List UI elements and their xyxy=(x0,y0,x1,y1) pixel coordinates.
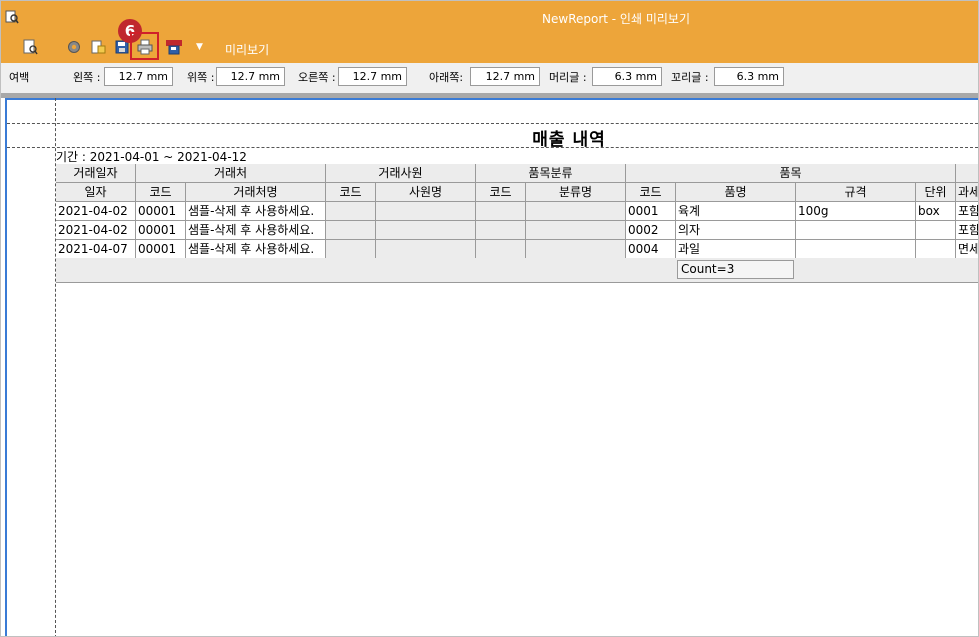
footer-margin-field[interactable]: 6.3 mm xyxy=(714,67,784,86)
report-period: 기간 : 2021-04-01 ~ 2021-04-12 xyxy=(56,150,247,164)
table-cell-spec: 100g xyxy=(796,202,916,221)
table-cell-emp-name xyxy=(376,202,476,221)
table-cell-cust-code: 00001 xyxy=(136,240,186,259)
left-margin-label: 왼쪽 : xyxy=(73,71,101,84)
bottom-margin-field[interactable]: 12.7 mm xyxy=(470,67,540,86)
table-cell-item-name: 육계 xyxy=(676,202,796,221)
table-cell-cust-code: 00001 xyxy=(136,221,186,240)
table-cell-item-code: 0001 xyxy=(626,202,676,221)
right-margin-field[interactable]: 12.7 mm xyxy=(338,67,407,86)
margin-section-label: 여백 xyxy=(9,71,30,84)
col-header-emp-name: 사원명 xyxy=(376,183,476,202)
table-cell-cat-name xyxy=(526,202,626,221)
pdf-icon[interactable] xyxy=(166,39,182,55)
table-cell-unit xyxy=(916,221,956,240)
table-cell-emp-code xyxy=(326,202,376,221)
gear-icon[interactable] xyxy=(66,39,82,55)
table-cell-cat-name xyxy=(526,221,626,240)
print-button-highlight xyxy=(130,32,159,60)
table-cell-cust-name: 샘플-삭제 후 사용하세요. xyxy=(186,221,326,240)
title-bar: NewReport - 인쇄 미리보기 xyxy=(1,1,978,35)
table-cell-emp-code xyxy=(326,240,376,259)
top-margin-field[interactable]: 12.7 mm xyxy=(216,67,285,86)
table-cell-cat-code xyxy=(476,221,526,240)
table-cell-spec xyxy=(796,240,916,259)
margin-settings-bar: 여백 왼쪽 : 12.7 mm 위쪽 : 12.7 mm 오른쪽 : 12.7 … xyxy=(1,63,978,93)
col-header-emp-code: 코드 xyxy=(326,183,376,202)
ribbon-tab-preview[interactable]: 미리보기 xyxy=(225,41,269,58)
table-cell-item-code: 0002 xyxy=(626,221,676,240)
col-header-cust-code: 코드 xyxy=(136,183,186,202)
table-cell-cat-name xyxy=(526,240,626,259)
table-cell-cust-name: 샘플-삭제 후 사용하세요. xyxy=(186,202,326,221)
table-cell-tax: 포함 xyxy=(956,202,978,221)
top-margin-label: 위쪽 : xyxy=(187,71,215,84)
table-cell-emp-name xyxy=(376,221,476,240)
right-margin-label: 오른쪽 : xyxy=(298,71,336,84)
table-cell-item-code: 0004 xyxy=(626,240,676,259)
table-summary-row xyxy=(56,258,978,283)
table-cell-emp-code xyxy=(326,221,376,240)
export-document-icon[interactable] xyxy=(90,39,106,55)
table-cell-item-name: 의자 xyxy=(676,221,796,240)
col-header-item-name: 품명 xyxy=(676,183,796,202)
table-cell-cust-name: 샘플-삭제 후 사용하세요. xyxy=(186,240,326,259)
col-header-cust-name: 거래처명 xyxy=(186,183,326,202)
group-header-date: 거래일자 xyxy=(56,164,136,183)
table-cell-date: 2021-04-07 xyxy=(56,240,136,259)
group-header-customer: 거래처 xyxy=(136,164,326,183)
table-cell-item-name: 과일 xyxy=(676,240,796,259)
table-cell-cust-code: 00001 xyxy=(136,202,186,221)
table-cell-cat-code xyxy=(476,202,526,221)
col-header-date: 일자 xyxy=(56,183,136,202)
left-margin-field[interactable]: 12.7 mm xyxy=(104,67,173,86)
table-cell-unit xyxy=(916,240,956,259)
bottom-margin-label: 아래쪽: xyxy=(429,71,464,84)
more-dropdown-icon[interactable]: ▼ xyxy=(196,42,203,52)
header-top-guide xyxy=(7,123,978,124)
page-setup-icon[interactable] xyxy=(22,39,38,55)
group-header-employee: 거래사원 xyxy=(326,164,476,183)
header-margin-field[interactable]: 6.3 mm xyxy=(592,67,662,86)
col-header-unit: 단위 xyxy=(916,183,956,202)
header-margin-label: 머리글 : xyxy=(549,71,587,84)
print-preview-window: NewReport - 인쇄 미리보기 ▼ 미리보기 6 여백 왼쪽: 12.… xyxy=(0,0,979,637)
group-header-blank xyxy=(956,164,978,183)
col-header-cat-name: 분류명 xyxy=(526,183,626,202)
table-cell-unit: box xyxy=(916,202,956,221)
footer-margin-label: 꼬리글 : xyxy=(671,71,709,84)
window-title: NewReport - 인쇄 미리보기 xyxy=(542,12,690,26)
table-cell-emp-name xyxy=(376,240,476,259)
col-header-cat-code: 코드 xyxy=(476,183,526,202)
table-cell-spec xyxy=(796,221,916,240)
col-header-item-code: 코드 xyxy=(626,183,676,202)
report-title: 매출 내역 xyxy=(532,130,606,150)
table-cell-date: 2021-04-02 xyxy=(56,202,136,221)
table-cell-date: 2021-04-02 xyxy=(56,221,136,240)
table-cell-tax: 포함 xyxy=(956,221,978,240)
group-header-item: 품목 xyxy=(626,164,956,183)
table-cell-tax: 면세 xyxy=(956,240,978,259)
col-header-tax: 과세 xyxy=(956,183,978,202)
table-cell-cat-code xyxy=(476,240,526,259)
group-header-category: 품목분류 xyxy=(476,164,626,183)
col-header-spec: 규격 xyxy=(796,183,916,202)
row-count: Count=3 xyxy=(677,260,794,279)
